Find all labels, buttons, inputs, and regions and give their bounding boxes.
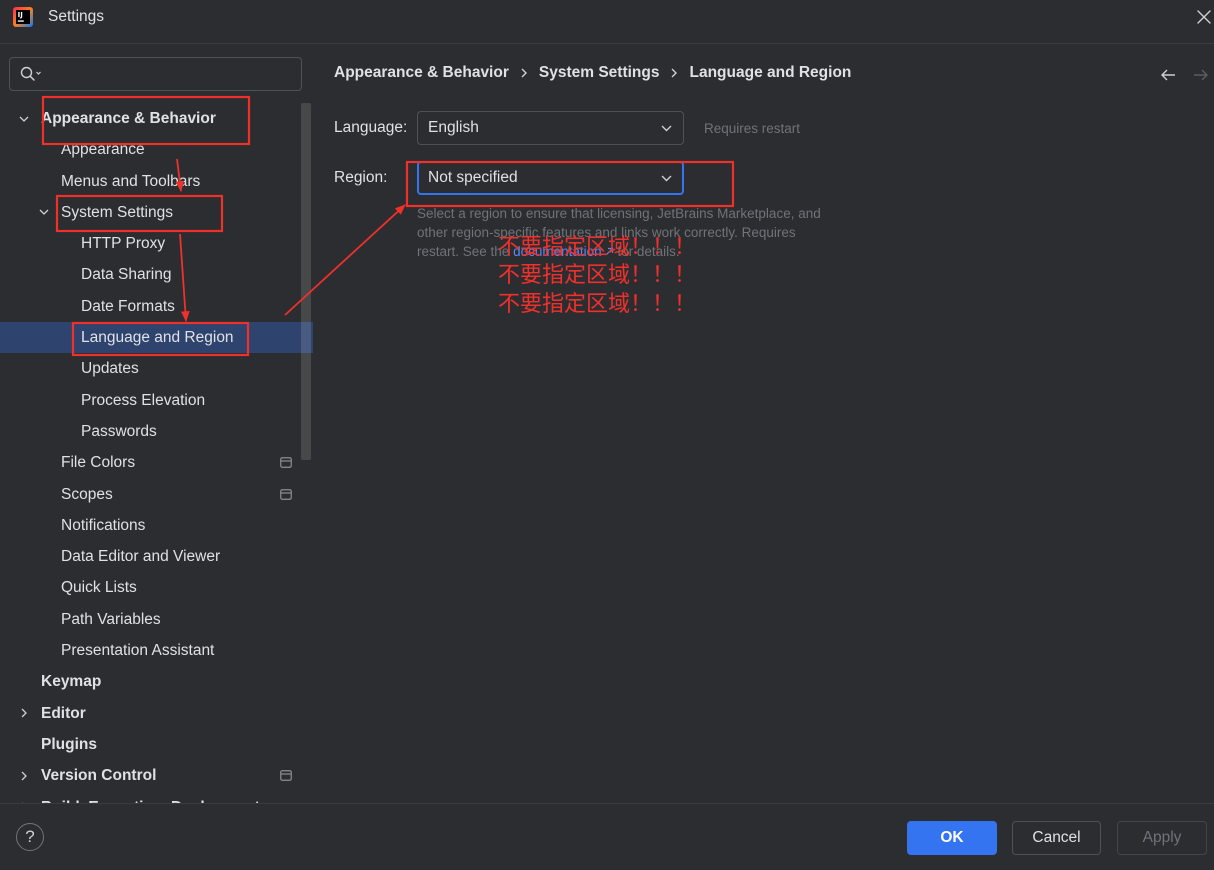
tree-item-http-proxy[interactable]: HTTP Proxy (0, 228, 313, 259)
cancel-button[interactable]: Cancel (1012, 821, 1101, 855)
tree-item-file-colors[interactable]: File Colors (0, 447, 313, 478)
region-dropdown-value: Not specified (428, 169, 518, 186)
documentation-link[interactable]: documentation (513, 244, 602, 259)
tree-item-label: Presentation Assistant (61, 642, 215, 660)
chevron-down-icon (661, 125, 672, 132)
search-icon[interactable] (20, 66, 44, 82)
tree-item-editor[interactable]: Editor (0, 698, 313, 729)
tree-item-label: Scopes (61, 485, 113, 503)
tree-item-appearance-and-behavior[interactable]: Appearance & Behavior (0, 103, 313, 134)
tree-item-label: Data Editor and Viewer (61, 548, 221, 566)
tree-item-label: Data Sharing (81, 266, 172, 284)
settings-sidebar: Appearance & Behavior Appearance Menus a… (0, 44, 313, 803)
tree-item-label: Language and Region (81, 329, 234, 347)
tree-item-label: File Colors (61, 454, 136, 472)
annotation-warning-line: 不要指定区域！！！ (498, 291, 697, 317)
arrow-left-icon[interactable] (1160, 67, 1176, 83)
project-settings-icon (280, 488, 292, 500)
tree-item-label: Build, Execution, Deployment (41, 792, 260, 803)
tree-item-label: System Settings (61, 203, 173, 221)
region-help-text-end: for details. (617, 243, 680, 259)
tree-item-label: Editor (41, 704, 86, 722)
tree-item-quick-lists[interactable]: Quick Lists (0, 572, 313, 603)
chevron-right-icon[interactable] (18, 707, 30, 719)
region-help-text: Select a region to ensure that licensing… (417, 204, 835, 261)
tree-item-data-editor-and-viewer[interactable]: Data Editor and Viewer (0, 541, 313, 572)
tree-item-scopes[interactable]: Scopes (0, 479, 313, 510)
tree-item-path-variables[interactable]: Path Variables (0, 604, 313, 635)
tree-item-label: Keymap (41, 673, 102, 691)
window-title: Settings (48, 8, 105, 25)
tree-item-keymap[interactable]: Keymap (0, 666, 313, 697)
tree-item-label: Passwords (81, 422, 157, 440)
breadcrumb-item[interactable]: System Settings (539, 64, 660, 82)
tree-item-label: Version Control (41, 767, 157, 785)
tree-item-label: Updates (81, 360, 139, 378)
tree-item-presentation-assistant[interactable]: Presentation Assistant (0, 635, 313, 666)
tree-item-data-sharing[interactable]: Data Sharing (0, 259, 313, 290)
tree-item-label: Process Elevation (81, 391, 206, 409)
tree-item-build-execution-deployment[interactable]: Build, Execution, Deployment (0, 792, 313, 803)
tree-item-language-and-region[interactable]: Language and Region (0, 322, 313, 354)
tree-item-version-control[interactable]: Version Control (0, 760, 313, 791)
language-label: Language: (334, 119, 408, 136)
close-icon[interactable] (1195, 8, 1213, 26)
tree-item-label: HTTP Proxy (81, 235, 166, 253)
language-dropdown[interactable]: English (417, 111, 684, 145)
chevron-down-icon[interactable] (38, 206, 50, 218)
chevron-down-icon (661, 175, 672, 182)
sidebar-scrollbar-thumb[interactable] (301, 103, 311, 460)
requires-restart-hint: Requires restart (704, 121, 801, 136)
breadcrumb-current: Language and Region (689, 64, 852, 81)
tree-item-label: Path Variables (61, 610, 161, 628)
intellij-idea-logo-icon: IJ (13, 7, 33, 27)
tree-item-appearance[interactable]: Appearance (0, 134, 313, 165)
breadcrumb-item[interactable]: Appearance & Behavior (334, 64, 509, 82)
tree-item-process-elevation[interactable]: Process Elevation (0, 385, 313, 416)
apply-button[interactable]: Apply (1117, 821, 1207, 855)
help-icon-glyph: ? (25, 827, 35, 846)
tree-item-label: Menus and Toolbars (61, 172, 201, 190)
tree-item-plugins[interactable]: Plugins (0, 729, 313, 760)
ok-button[interactable]: OK (907, 821, 997, 855)
breadcrumb: Appearance & Behavior System Settings La… (334, 63, 851, 83)
arrow-right-icon[interactable] (1193, 67, 1209, 83)
tree-item-date-formats[interactable]: Date Formats (0, 291, 313, 322)
tree-item-label: Appearance (61, 141, 145, 159)
help-icon[interactable]: ? (16, 823, 44, 851)
title-bar: IJ Settings (0, 0, 1214, 44)
annotation-warning-line: 不要指定区域！！！ (498, 263, 697, 289)
tree-item-notifications[interactable]: Notifications (0, 510, 313, 541)
region-dropdown[interactable]: Not specified (417, 161, 684, 195)
tree-item-label: Plugins (41, 735, 97, 753)
tree-item-passwords[interactable]: Passwords (0, 416, 313, 447)
settings-tree: Appearance & Behavior Appearance Menus a… (0, 103, 313, 803)
breadcrumb-separator-icon (671, 68, 678, 78)
chevron-right-icon[interactable] (18, 770, 30, 782)
region-label: Region: (334, 169, 388, 186)
tree-item-menus-and-toolbars[interactable]: Menus and Toolbars (0, 166, 313, 197)
tree-item-label: Date Formats (81, 297, 175, 315)
tree-item-label: Quick Lists (61, 579, 137, 597)
dialog-footer: ? OK Cancel Apply (0, 803, 1214, 870)
search-input[interactable] (50, 58, 294, 90)
tree-item-label: Notifications (61, 516, 146, 534)
language-dropdown-value: English (428, 119, 479, 136)
breadcrumb-separator-icon (521, 68, 527, 78)
tree-item-label: Appearance & Behavior (41, 110, 216, 127)
svg-text:IJ: IJ (18, 11, 23, 19)
tree-item-updates[interactable]: Updates (0, 353, 313, 384)
project-settings-icon (280, 770, 292, 782)
search-field[interactable] (9, 57, 302, 91)
external-link-icon (605, 242, 614, 255)
tree-item-system-settings[interactable]: System Settings (0, 197, 313, 228)
chevron-down-icon[interactable] (18, 113, 30, 125)
project-settings-icon (280, 457, 292, 469)
